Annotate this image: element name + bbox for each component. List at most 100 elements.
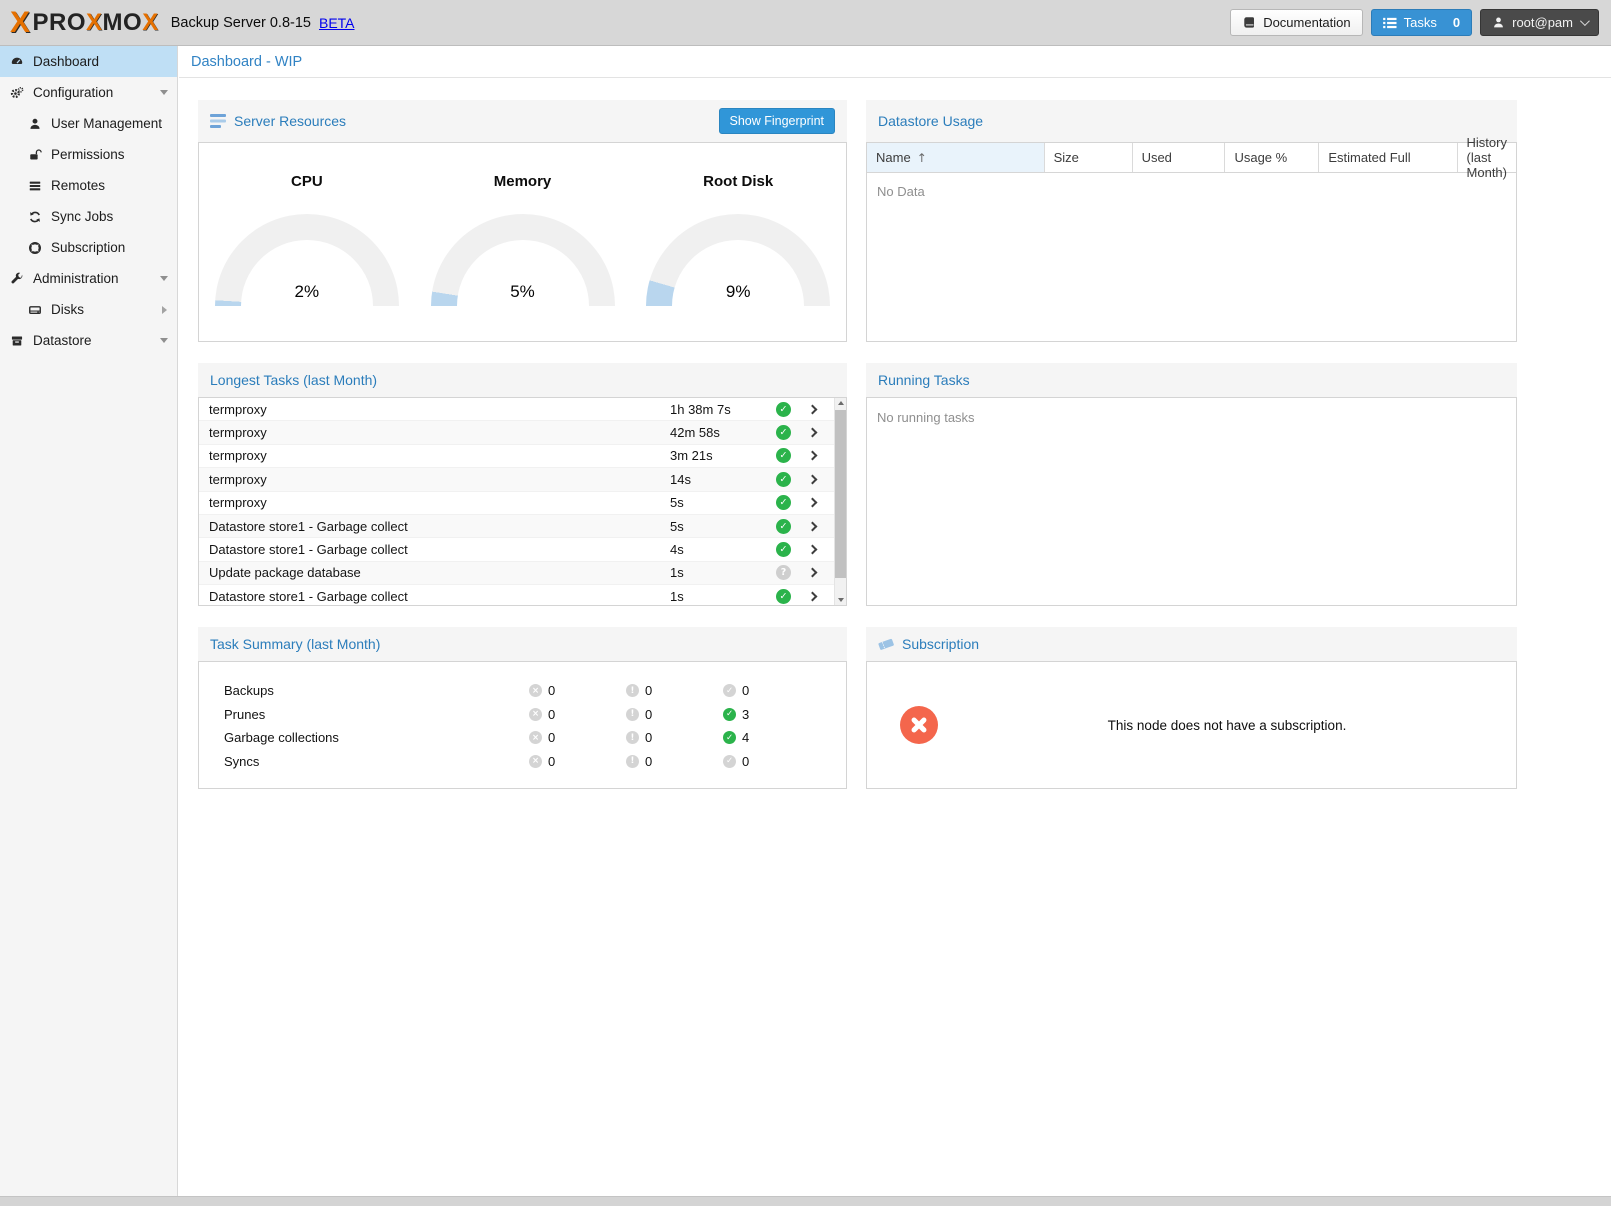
task-row[interactable]: Update package database 1s ? [199, 562, 834, 585]
horizontal-scrollbar[interactable] [0, 1196, 1611, 1206]
unlock-icon [28, 148, 42, 162]
main-area: Dashboard - WIP Server Resources Show Fi… [179, 46, 1611, 1196]
chevron-right-icon[interactable] [809, 499, 834, 506]
task-row[interactable]: termproxy 14s ✓ [199, 468, 834, 491]
scroll-up-icon[interactable] [838, 401, 844, 405]
sidebar-item-administration[interactable]: Administration [0, 263, 177, 294]
ok-count-cell[interactable]: ✓4 [723, 730, 749, 745]
task-row[interactable]: termproxy 3m 21s ✓ [199, 445, 834, 468]
proxmox-wordmark: PROXMOX [33, 9, 159, 37]
task-row[interactable]: termproxy 1h 38m 7s ✓ [199, 398, 834, 421]
task-ok-icon: ✓ [776, 542, 791, 557]
sort-asc-icon: ↑ [917, 151, 927, 165]
ok-icon: ✓ [723, 684, 736, 697]
task-name: Datastore store1 - Garbage collect [199, 589, 670, 604]
error-icon: × [529, 755, 542, 768]
sidebar-item-datastore[interactable]: Datastore [0, 325, 177, 356]
no-subscription-error-icon [900, 706, 938, 744]
warning-icon: ! [626, 708, 639, 721]
column-header-name[interactable]: Name↑ [867, 143, 1045, 172]
column-header-size[interactable]: Size [1045, 143, 1133, 172]
sidebar-item-user-management[interactable]: User Management [0, 108, 177, 139]
chevron-right-icon[interactable] [809, 452, 834, 459]
gauge-root-disk: Root Disk 9% [630, 173, 846, 306]
subscription-panel: Subscription This node does not have a s… [866, 627, 1517, 789]
vertical-scrollbar[interactable] [834, 398, 846, 605]
wrench-icon [10, 272, 24, 286]
sidebar-item-remotes[interactable]: Remotes [0, 170, 177, 201]
error-icon: × [529, 708, 542, 721]
task-name: termproxy [199, 472, 670, 487]
warning-count-cell[interactable]: !0 [626, 683, 723, 698]
warning-icon: ! [626, 684, 639, 697]
error-count-cell[interactable]: ×0 [529, 754, 626, 769]
datastore-usage-panel: Datastore Usage Name↑ Size Used Usage % … [866, 100, 1517, 342]
task-row[interactable]: Datastore store1 - Garbage collect 1s ✓ [199, 585, 834, 605]
error-count-cell[interactable]: ×0 [529, 730, 626, 745]
sidebar-item-subscription[interactable]: Subscription [0, 232, 177, 263]
chevron-right-icon[interactable] [809, 546, 834, 553]
task-row[interactable]: Datastore store1 - Garbage collect 4s ✓ [199, 538, 834, 561]
panel-title: Subscription [878, 636, 979, 652]
task-duration: 14s [670, 472, 776, 487]
task-duration: 42m 58s [670, 425, 776, 440]
gauge-value: 2% [215, 282, 399, 302]
sidebar-item-dashboard[interactable]: Dashboard [0, 46, 177, 77]
ok-count-cell[interactable]: ✓3 [723, 707, 749, 722]
warning-count-cell[interactable]: !0 [626, 730, 723, 745]
error-count-cell[interactable]: ×0 [529, 707, 626, 722]
ok-icon: ✓ [723, 755, 736, 768]
task-row[interactable]: termproxy 5s ✓ [199, 492, 834, 515]
task-summary-panel: Task Summary (last Month) Backups ×0 !0 … [198, 627, 847, 789]
sidebar-item-configuration[interactable]: Configuration [0, 77, 177, 108]
task-name: termproxy [199, 448, 670, 463]
column-header-estimated-full[interactable]: Estimated Full [1319, 143, 1457, 172]
sidebar-item-permissions[interactable]: Permissions [0, 139, 177, 170]
gauge-title: CPU [199, 173, 415, 190]
user-icon [1492, 16, 1505, 29]
documentation-button[interactable]: Documentation [1230, 9, 1362, 36]
chevron-right-icon[interactable] [809, 523, 834, 530]
book-icon [1242, 16, 1256, 30]
chevron-right-icon [162, 306, 167, 314]
chevron-right-icon[interactable] [809, 406, 834, 413]
user-menu-button[interactable]: root@pam [1480, 9, 1599, 36]
task-row[interactable]: termproxy 42m 58s ✓ [199, 421, 834, 444]
column-header-history[interactable]: History (last Month) [1458, 143, 1516, 172]
warning-count-cell[interactable]: !0 [626, 754, 723, 769]
summary-label: Prunes [199, 707, 529, 722]
tasks-button[interactable]: Tasks 0 [1371, 9, 1472, 36]
gauge-title: Memory [415, 173, 631, 190]
task-duration: 1s [670, 565, 776, 580]
scrollbar-thumb[interactable] [835, 410, 846, 578]
chevron-right-icon[interactable] [809, 569, 834, 576]
task-ok-icon: ✓ [776, 472, 791, 487]
chevron-right-icon[interactable] [809, 429, 834, 436]
task-name: Datastore store1 - Garbage collect [199, 519, 670, 534]
column-header-usage-pct[interactable]: Usage % [1225, 143, 1319, 172]
warning-count-cell[interactable]: !0 [626, 707, 723, 722]
task-name: Update package database [199, 565, 670, 580]
task-ok-icon: ✓ [776, 519, 791, 534]
summary-row-backups: Backups ×0 !0 ✓0 [199, 679, 846, 703]
error-icon: × [529, 684, 542, 697]
support-icon [28, 241, 42, 255]
beta-link[interactable]: BETA [319, 15, 355, 31]
error-count-cell[interactable]: ×0 [529, 683, 626, 698]
user-icon [28, 117, 42, 131]
chevron-right-icon[interactable] [809, 593, 834, 600]
no-data-text: No Data [867, 173, 1516, 210]
task-duration: 5s [670, 519, 776, 534]
list-icon [28, 179, 42, 193]
sidebar-item-disks[interactable]: Disks [0, 294, 177, 325]
task-row[interactable]: Datastore store1 - Garbage collect 5s ✓ [199, 515, 834, 538]
topbar: X PROXMOX Backup Server 0.8-15 BETA Docu… [0, 0, 1611, 46]
show-fingerprint-button[interactable]: Show Fingerprint [719, 108, 836, 134]
chevron-right-icon[interactable] [809, 476, 834, 483]
column-header-used[interactable]: Used [1133, 143, 1226, 172]
ok-count-cell[interactable]: ✓0 [723, 683, 749, 698]
scroll-down-icon[interactable] [838, 598, 844, 602]
task-duration: 1h 38m 7s [670, 402, 776, 417]
ok-count-cell[interactable]: ✓0 [723, 754, 749, 769]
sidebar-item-sync-jobs[interactable]: Sync Jobs [0, 201, 177, 232]
